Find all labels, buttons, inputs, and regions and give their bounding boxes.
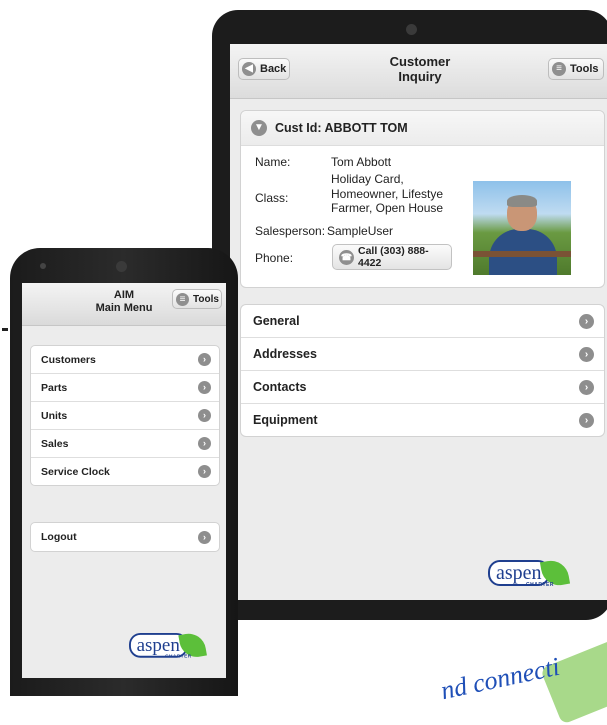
- call-button[interactable]: ☎ Call (303) 888-4422: [332, 244, 452, 270]
- customer-inquiry-header: ◀ Back Customer Inquiry ≡ Tools: [230, 44, 607, 99]
- customer-card-header[interactable]: ▼ Cust Id: ABBOTT TOM: [241, 111, 604, 146]
- phone-title-line1: AIM: [113, 289, 135, 301]
- class-value-line: Holiday Card,: [331, 172, 404, 186]
- logout-button[interactable]: Logout ›: [31, 523, 219, 551]
- aspen-logo: aspen CHARTER: [129, 631, 207, 660]
- photo-fence: [473, 251, 571, 257]
- chevron-right-icon: ›: [579, 313, 594, 329]
- logout-label: Logout: [41, 531, 77, 543]
- tools-button[interactable]: ≡ Tools: [548, 58, 604, 80]
- tablet-screen: ◀ Back Customer Inquiry ≡ Tools ▼ Cust I…: [230, 44, 607, 600]
- salesperson-label: Salesperson:: [255, 224, 326, 238]
- chevron-right-icon: ›: [198, 530, 211, 544]
- phone-title-line2: Main Menu: [95, 302, 153, 314]
- chevron-right-icon: ›: [579, 346, 594, 362]
- back-arrow-icon: ◀: [242, 62, 256, 76]
- menu-item-sales[interactable]: Sales ›: [31, 430, 219, 458]
- decorative-mark: [2, 328, 8, 331]
- menu-item-label: Sales: [41, 437, 69, 450]
- back-button-label: Back: [260, 63, 287, 75]
- name-label: Name:: [255, 155, 291, 169]
- main-menu-header: AIM Main Menu ≡ Tools: [22, 283, 226, 326]
- section-label: Equipment: [253, 413, 318, 427]
- menu-icon: ≡: [552, 62, 566, 76]
- chevron-right-icon: ›: [198, 437, 211, 450]
- salesperson-value: SampleUser: [327, 224, 394, 238]
- menu-item-customers[interactable]: Customers ›: [31, 346, 219, 374]
- section-addresses[interactable]: Addresses ›: [241, 338, 604, 371]
- menu-item-units[interactable]: Units ›: [31, 402, 219, 430]
- aspen-logo: aspen CHARTER: [488, 557, 570, 589]
- phone-screen: AIM Main Menu ≡ Tools Customers › Parts …: [22, 283, 226, 678]
- menu-item-parts[interactable]: Parts ›: [31, 374, 219, 402]
- phone-tools-button[interactable]: ≡ Tools: [172, 289, 222, 309]
- menu-item-label: Units: [41, 409, 68, 422]
- customer-card: ▼ Cust Id: ABBOTT TOM Name: Tom Abbott C…: [240, 110, 605, 288]
- page-title: Customer Inquiry: [340, 54, 500, 84]
- chevron-right-icon: ›: [198, 381, 211, 394]
- menu-icon: ≡: [176, 292, 189, 306]
- section-label: General: [253, 314, 300, 328]
- section-label: Addresses: [253, 347, 317, 361]
- tablet-camera: [406, 24, 417, 35]
- customer-id-heading: Cust Id: ABBOTT TOM: [275, 121, 408, 135]
- page-title-line1: Customer: [389, 54, 451, 69]
- phone-camera: [116, 261, 127, 272]
- phone-tools-label: Tools: [193, 293, 219, 305]
- section-label: Contacts: [253, 380, 307, 394]
- menu-item-label: Parts: [41, 381, 68, 394]
- section-contacts[interactable]: Contacts ›: [241, 371, 604, 404]
- logo-subtext: CHARTER: [165, 653, 192, 660]
- section-equipment[interactable]: Equipment ›: [241, 404, 604, 436]
- slogan-text: nd connecti: [438, 651, 563, 706]
- section-general[interactable]: General ›: [241, 305, 604, 338]
- customer-photo: [473, 181, 571, 275]
- phone-icon: ☎: [339, 249, 354, 265]
- class-value-line: Homeowner, Lifestye: [331, 186, 444, 201]
- main-menu-list: Customers › Parts › Units › Sales › Serv…: [30, 345, 220, 486]
- phone-label: Phone:: [255, 251, 294, 265]
- menu-item-service-clock[interactable]: Service Clock ›: [31, 458, 219, 485]
- menu-item-label: Service Clock: [41, 465, 110, 478]
- chevron-right-icon: ›: [579, 412, 594, 428]
- call-button-label: Call (303) 888-4422: [358, 245, 429, 269]
- chevron-right-icon: ›: [579, 379, 594, 395]
- class-value: Holiday Card, Homeowner, Lifestye Farmer…: [331, 172, 443, 216]
- phone-device: AIM Main Menu ≡ Tools Customers › Parts …: [10, 248, 238, 696]
- tablet-device: ◀ Back Customer Inquiry ≡ Tools ▼ Cust I…: [212, 10, 607, 620]
- photo-figure-hair: [507, 195, 537, 207]
- chevron-right-icon: ›: [198, 353, 211, 366]
- phone-speaker: [40, 263, 46, 269]
- page-title-line2: Inquiry: [398, 69, 442, 84]
- logout-list: Logout ›: [30, 522, 220, 552]
- phone-page-title: AIM Main Menu: [72, 289, 176, 315]
- class-value-line: Farmer, Open House: [331, 201, 444, 215]
- class-label: Class:: [255, 191, 289, 205]
- chevron-right-icon: ›: [198, 465, 211, 478]
- customer-sections-list: General › Addresses › Contacts › Equipme…: [240, 304, 605, 437]
- chevron-right-icon: ›: [198, 409, 211, 422]
- logo-subtext: CHARTER: [526, 582, 554, 588]
- chevron-down-icon: ▼: [251, 120, 267, 136]
- menu-item-label: Customers: [41, 353, 96, 366]
- tools-button-label: Tools: [570, 63, 599, 75]
- back-button[interactable]: ◀ Back: [238, 58, 290, 80]
- name-value: Tom Abbott: [331, 155, 392, 169]
